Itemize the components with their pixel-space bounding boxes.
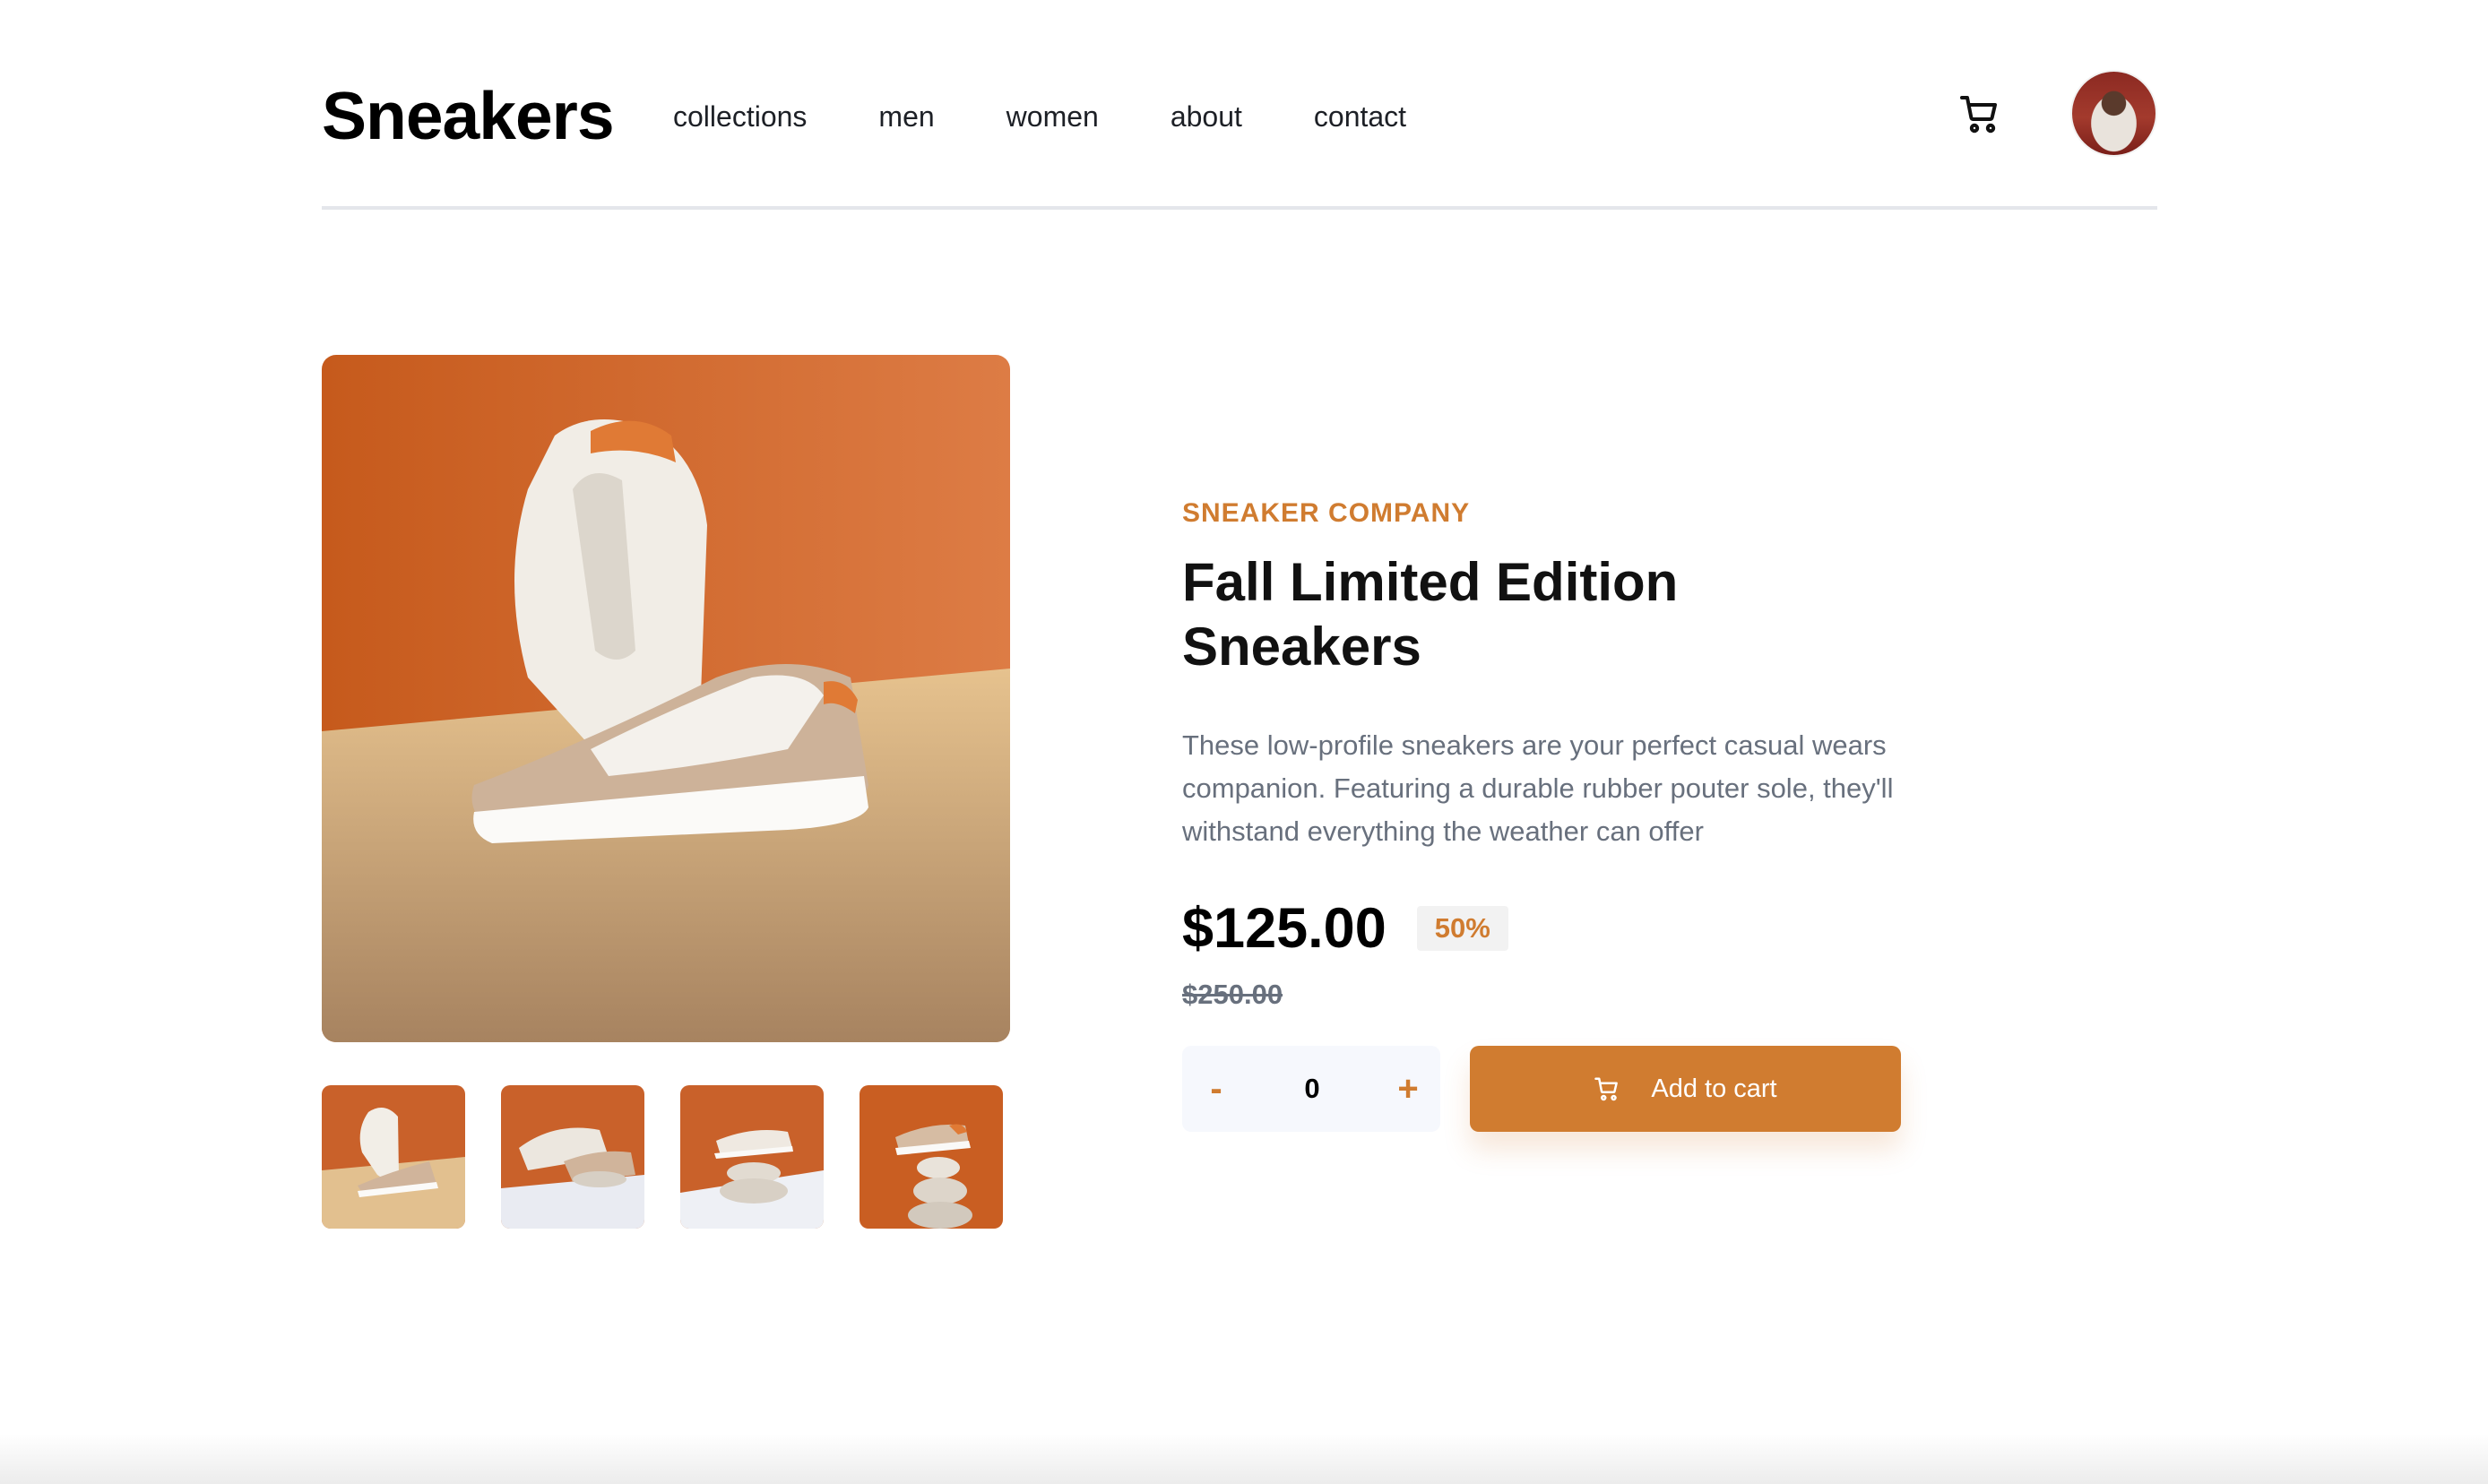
original-price: $250.00 <box>1182 979 1283 1010</box>
thumbnail-3[interactable] <box>680 1085 824 1229</box>
product-main-image[interactable] <box>322 355 1010 1042</box>
current-price: $125.00 <box>1182 897 1387 960</box>
nav-link-collections[interactable]: collections <box>673 97 807 136</box>
quantity-value: 0 <box>1304 1073 1320 1104</box>
product-description: These low-profile sneakers are your perf… <box>1182 729 1894 847</box>
nav-link-women[interactable]: women <box>1006 97 1099 136</box>
discount-badge: 50% <box>1416 906 1508 951</box>
avatar[interactable] <box>2070 70 2157 157</box>
main-nav: collections men women about contact <box>673 97 1478 136</box>
thumbnail-1[interactable] <box>322 1085 465 1229</box>
page-bottom-shadow <box>0 1434 2488 1484</box>
price-row: $125.00 50% <box>1182 893 1508 964</box>
nav-link-about[interactable]: about <box>1171 97 1242 136</box>
cart-icon <box>1594 1077 1619 1101</box>
site-header: Sneakers collections men women about con… <box>322 0 2157 210</box>
quantity-stepper: - 0 + <box>1182 1046 1440 1132</box>
thumbnail-strip <box>322 1085 1039 1229</box>
thumbnail-2[interactable] <box>501 1085 644 1229</box>
cart-icon[interactable] <box>1958 92 2001 135</box>
increment-button[interactable]: + <box>1390 1071 1426 1107</box>
logo[interactable]: Sneakers <box>322 73 615 158</box>
product-title: Fall Limited Edition Sneakers <box>1182 552 1679 677</box>
company-label: SNEAKER COMPANY <box>1182 498 1471 528</box>
add-to-cart-button[interactable]: Add to cart <box>1470 1046 1901 1132</box>
thumbnail-4[interactable] <box>860 1085 1003 1229</box>
add-to-cart-label: Add to cart <box>1651 1074 1777 1103</box>
decrement-button[interactable]: - <box>1198 1071 1234 1107</box>
nav-link-contact[interactable]: contact <box>1314 97 1406 136</box>
nav-link-men[interactable]: men <box>878 97 934 136</box>
